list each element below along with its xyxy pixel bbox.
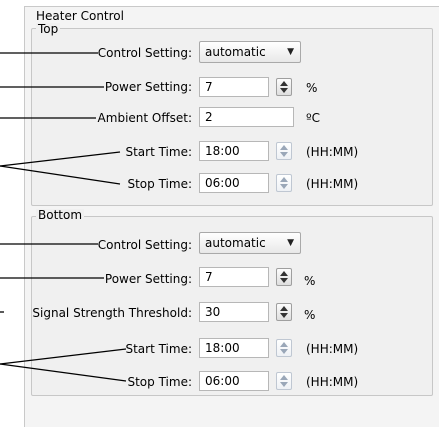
chevron-down-icon: ▼ <box>287 238 294 248</box>
bottom-start-time-input[interactable]: 18:00 <box>199 338 269 358</box>
top-control-setting-label: Control Setting: <box>97 46 192 60</box>
bottom-power-setting-unit: % <box>304 274 316 288</box>
spinner-arrows-icon <box>280 177 288 189</box>
spinner-arrows-icon <box>280 81 288 93</box>
top-stop-time-input[interactable]: 06:00 <box>199 173 269 193</box>
spinner-arrows-icon <box>280 271 288 283</box>
top-stop-time-unit: (HH:MM) <box>306 177 359 191</box>
bottom-power-setting-spinner[interactable] <box>276 268 292 286</box>
spinner-arrows-icon <box>280 342 288 354</box>
top-power-setting-unit: % <box>306 81 318 95</box>
bottom-control-setting-dropdown[interactable]: automatic ▼ <box>199 232 301 254</box>
chevron-down-icon: ▼ <box>287 47 294 57</box>
bottom-start-time-label: Start Time: <box>125 342 192 356</box>
top-power-setting-input[interactable]: 7 <box>199 77 269 97</box>
top-control-setting-dropdown[interactable]: automatic ▼ <box>199 41 301 63</box>
top-ambient-offset-unit: ºC <box>306 111 321 125</box>
bottom-group-title: Bottom <box>36 208 85 222</box>
bottom-stop-time-label: Stop Time: <box>127 375 192 389</box>
bottom-signal-threshold-spinner[interactable] <box>276 303 292 321</box>
top-power-setting-spinner[interactable] <box>276 78 292 96</box>
top-stop-time-label: Stop Time: <box>127 177 192 191</box>
spinner-arrows-icon <box>280 375 288 387</box>
top-start-time-spinner[interactable] <box>276 142 292 160</box>
bottom-stop-time-unit: (HH:MM) <box>306 375 359 389</box>
bottom-stop-time-spinner[interactable] <box>276 372 292 390</box>
bottom-control-setting-value: automatic <box>205 236 266 250</box>
bottom-start-time-spinner[interactable] <box>276 339 292 357</box>
bottom-control-setting-label: Control Setting: <box>97 238 192 252</box>
bottom-signal-threshold-label: Signal Strength Threshold: <box>32 306 192 320</box>
top-start-time-input[interactable]: 18:00 <box>199 141 269 161</box>
bottom-power-setting-label: Power Setting: <box>104 272 192 286</box>
top-group-title: Top <box>36 22 61 36</box>
bottom-power-setting-input[interactable]: 7 <box>199 267 269 287</box>
bottom-stop-time-input[interactable]: 06:00 <box>199 371 269 391</box>
top-ambient-offset-input[interactable]: 2 <box>199 107 294 127</box>
spinner-arrows-icon <box>280 306 288 318</box>
top-start-time-label: Start Time: <box>125 145 192 159</box>
top-power-setting-label: Power Setting: <box>104 80 192 94</box>
top-control-setting-value: automatic <box>205 45 266 59</box>
bottom-signal-threshold-unit: % <box>304 308 316 322</box>
top-ambient-offset-label: Ambient Offset: <box>97 111 192 125</box>
top-stop-time-spinner[interactable] <box>276 174 292 192</box>
bottom-start-time-unit: (HH:MM) <box>306 342 359 356</box>
bottom-signal-threshold-input[interactable]: 30 <box>199 302 269 322</box>
spinner-arrows-icon <box>280 145 288 157</box>
top-start-time-unit: (HH:MM) <box>306 145 359 159</box>
